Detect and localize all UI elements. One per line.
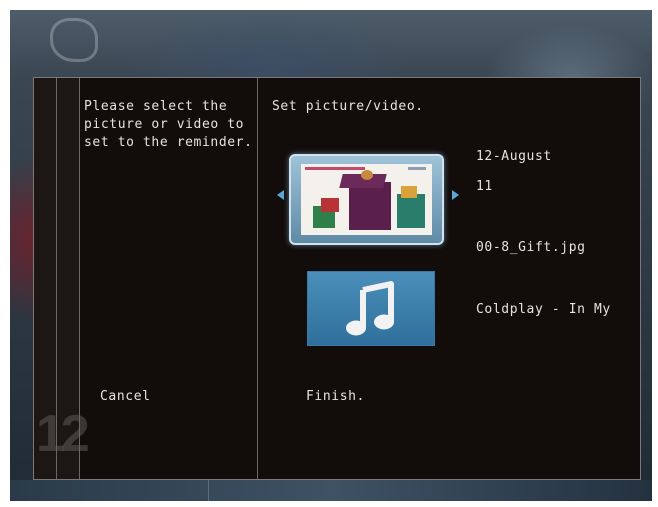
instruction-line-2: picture or video to — [84, 117, 245, 132]
finish-button[interactable]: Finish. — [306, 388, 365, 406]
reminder-date: 12-August — [476, 149, 552, 164]
arrow-left-icon[interactable] — [277, 190, 284, 200]
dialog-title: Set picture/video. — [272, 99, 424, 114]
background-cloud-shape — [50, 18, 98, 62]
photo-gift-bow — [361, 170, 373, 180]
reminder-dialog: 12 Please select the picture or video to… — [33, 77, 641, 480]
background-bottom — [10, 480, 652, 501]
music-title: Coldplay - In My — [476, 302, 611, 317]
strip-number: 12 — [36, 405, 90, 463]
music-note-icon — [346, 281, 394, 336]
instruction-line-1: Please select the — [84, 99, 228, 114]
cancel-button[interactable]: Cancel — [100, 388, 151, 406]
column-divider — [257, 78, 258, 479]
photo-gift-teal — [397, 194, 425, 228]
photo-gift-gold — [401, 186, 417, 198]
arrow-right-icon[interactable] — [452, 190, 459, 200]
picture-filename: 00-8_Gift.jpg — [476, 240, 586, 255]
instruction-line-3: set to the reminder. — [84, 135, 253, 150]
gift-photo — [301, 164, 432, 235]
background-line — [208, 480, 209, 501]
photo-gift-red — [321, 198, 339, 212]
reminder-year: 11 — [476, 179, 493, 194]
instruction-text: Please select the picture or video to se… — [84, 98, 254, 152]
music-selection-tile[interactable] — [307, 271, 435, 346]
photo-logo — [408, 167, 426, 170]
selected-picture-thumbnail[interactable] — [289, 154, 444, 245]
photo-header-bar — [305, 167, 365, 170]
photo-gift-box — [349, 182, 391, 230]
